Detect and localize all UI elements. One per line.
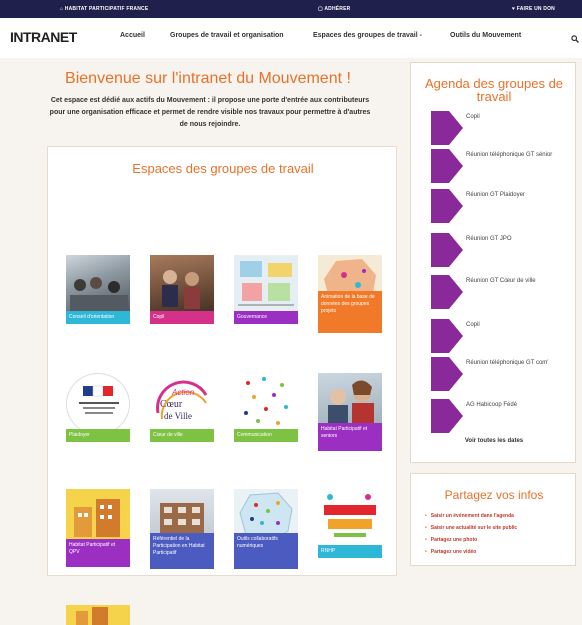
intranet-logo[interactable]: INTRANET [10, 29, 77, 45]
date-flag-icon [431, 357, 463, 391]
copil-photo [150, 255, 214, 317]
join-link[interactable]: ▢ ADHÉRER [318, 6, 350, 12]
nav-working-groups[interactable]: Groupes de travail et organisation [170, 32, 284, 39]
search-icon[interactable] [571, 35, 579, 43]
event-title: Réunion GT JPO [466, 236, 512, 242]
agenda-event[interactable]: Réunion GT Plaidoyer [431, 189, 577, 225]
date-flag-icon [431, 399, 463, 433]
event-title: Réunion téléphonique GT sénior [466, 152, 553, 158]
tile-partial-image [66, 605, 130, 625]
meeting-photo [66, 255, 130, 317]
tile-habitat-qpv[interactable]: Habitat Participatif et QPV [66, 489, 130, 573]
tile-label: Habitat Participatif et seniors [318, 423, 382, 451]
governance-illustration [234, 255, 298, 317]
nav-home[interactable]: Accueil [120, 32, 145, 39]
share-link-photo[interactable]: Partagez une photo [425, 534, 517, 546]
tile-label: Plaidoyer [66, 429, 130, 442]
top-utility-bar: ⌂ HABITAT PARTICIPATIF FRANCE ▢ ADHÉRER … [0, 0, 582, 18]
event-title: Réunion GT Plaidoyer [466, 192, 525, 198]
action-coeur-de-ville-logo: Action Cœur de Ville [150, 373, 214, 435]
event-title: Copil [466, 114, 480, 120]
tile-label: Conseil d'orientation [66, 311, 130, 324]
share-link-event[interactable]: Saisir un événement dans l'agenda [425, 510, 517, 522]
tile-label: Animation de la base de données des grou… [318, 291, 382, 333]
nav-group-spaces[interactable]: Espaces des groupes de travail - [313, 32, 422, 39]
nav-movement-tools[interactable]: Outils du Mouvement [450, 32, 521, 39]
site-link-habitat-participatif[interactable]: ⌂ HABITAT PARTICIPATIF FRANCE [60, 6, 148, 12]
tile-habitat-seniors[interactable]: Habitat Participatif et seniors [318, 373, 382, 457]
date-flag-icon [431, 319, 463, 353]
tile-referentiel[interactable]: Référentiel de la Participation en Habit… [150, 489, 214, 573]
agenda-event[interactable]: Copil [431, 319, 577, 355]
tile-coeur-de-ville[interactable]: Action Cœur de Ville Cœur de ville [150, 373, 214, 457]
tile-label: Outils collaboratifs numériques [234, 533, 298, 569]
date-flag-icon [431, 149, 463, 183]
tile-conseil-orientation[interactable]: Conseil d'orientation [66, 255, 130, 339]
event-title: Réunion GT Cœur de ville [466, 278, 536, 284]
svg-text:de Ville: de Ville [164, 411, 192, 421]
group-spaces-title: Espaces des groupes de travail [132, 161, 314, 176]
tile-animation-base[interactable]: Animation de la base de données des grou… [318, 255, 382, 339]
tile-gouvernance[interactable]: Gouvernance [234, 255, 298, 339]
group-spaces-panel: Espaces des groupes de travail Conseil d… [47, 146, 397, 625]
tile-label: Référentiel de la Participation en Habit… [150, 533, 214, 569]
tile-rnhp[interactable]: RNHP [318, 489, 382, 573]
agenda-panel: Agenda des groupes de travail Copil Réun… [410, 62, 576, 463]
tile-label: Habitat Participatif et QPV [66, 539, 130, 567]
agenda-event[interactable]: AG Habicoop Fédé [431, 399, 577, 435]
date-flag-icon [431, 233, 463, 267]
see-all-dates-link[interactable]: Voir toutes les dates [411, 438, 577, 444]
rnhp-poster [318, 489, 382, 551]
share-title: Partagez vos infos [444, 488, 544, 502]
tile-communication[interactable]: Communication [234, 373, 298, 457]
main-content: Bienvenue sur l'intranet du Mouvement ! … [14, 60, 402, 625]
tile-label: Gouvernance [234, 311, 298, 324]
tile-plaidoyer[interactable]: Plaidoyer [66, 373, 130, 457]
welcome-heading: Bienvenue sur l'intranet du Mouvement ! [65, 70, 351, 87]
date-flag-icon [431, 275, 463, 309]
agenda-event[interactable]: Réunion GT Cœur de ville [431, 275, 577, 311]
event-title: AG Habicoop Fédé [466, 402, 518, 408]
svg-text:Action: Action [171, 388, 195, 397]
agenda-event[interactable]: Réunion téléphonique GT com' [431, 357, 577, 393]
tile-label: Copil [150, 311, 214, 324]
main-navigation: INTRANET Accueil Groupes de travail et o… [0, 18, 582, 58]
republique-francaise-logo [66, 373, 130, 435]
share-link-video[interactable]: Partagez une vidéo [425, 546, 517, 558]
share-link-news[interactable]: Saisir une actualité sur le site public [425, 522, 517, 534]
donate-link[interactable]: ♥ FAIRE UN DON [512, 6, 555, 12]
svg-text:Cœur: Cœur [160, 399, 183, 410]
tile-outils-numeriques[interactable]: Outils collaboratifs numériques [234, 489, 298, 573]
event-title: Réunion téléphonique GT com' [466, 360, 549, 366]
share-links: Saisir un événement dans l'agenda Saisir… [425, 510, 517, 558]
date-flag-icon [431, 111, 463, 145]
tile-partial[interactable] [66, 605, 130, 625]
intro-text: Cet espace est dédié aux actifs du Mouve… [49, 97, 371, 128]
tile-label: Communication [234, 429, 298, 442]
event-title: Copil [466, 322, 480, 328]
agenda-event[interactable]: Réunion téléphonique GT sénior [431, 149, 577, 185]
date-flag-icon [431, 189, 463, 223]
agenda-event[interactable]: Copil [431, 111, 577, 147]
agenda-title: Agenda des groupes de travail [424, 76, 564, 104]
tile-copil[interactable]: Copil [150, 255, 214, 339]
tile-label: RNHP [318, 545, 382, 558]
tile-label: Cœur de ville [150, 429, 214, 442]
communication-illustration [234, 373, 298, 435]
share-info-panel: Partagez vos infos Saisir un événement d… [410, 473, 576, 566]
agenda-event[interactable]: Réunion GT JPO [431, 233, 577, 269]
